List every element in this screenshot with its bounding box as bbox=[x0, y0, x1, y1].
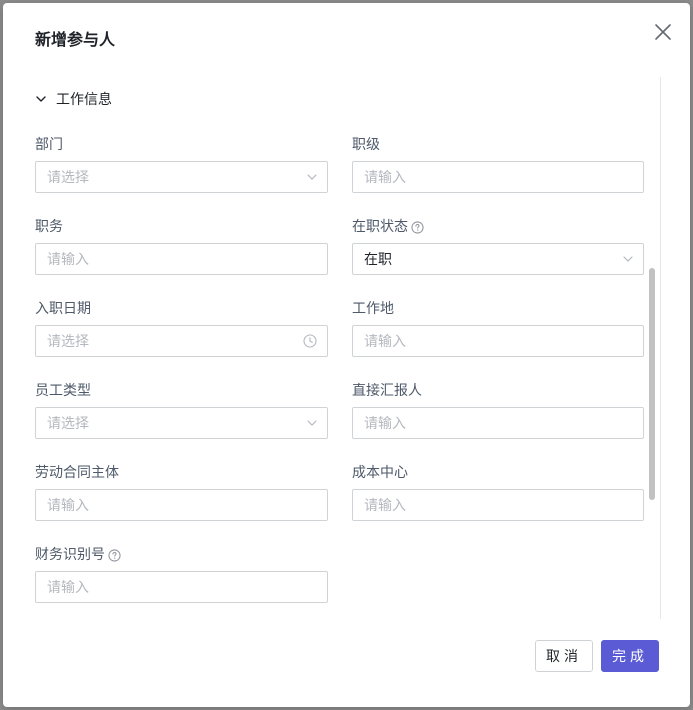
input-placeholder: 请输入 bbox=[364, 416, 406, 432]
field-direct-manager: 直接汇报人 请输入 bbox=[352, 381, 644, 439]
field-label: 在职状态 bbox=[352, 217, 644, 237]
field-label: 员工类型 bbox=[35, 383, 91, 399]
chevron-down-icon bbox=[307, 174, 317, 180]
field-label: 成本中心 bbox=[352, 465, 408, 481]
field-label: 工作地 bbox=[352, 301, 394, 317]
cost-center-input[interactable]: 请输入 bbox=[352, 489, 644, 521]
finance-id-input[interactable]: 请输入 bbox=[35, 571, 328, 603]
select-placeholder: 请选择 bbox=[47, 416, 89, 432]
help-circle-icon[interactable] bbox=[411, 220, 424, 234]
field-employee-type: 员工类型 请选择 bbox=[35, 381, 328, 439]
help-circle-icon[interactable] bbox=[108, 548, 121, 562]
contract-entity-input[interactable]: 请输入 bbox=[35, 489, 328, 521]
field-work-location: 工作地 请输入 bbox=[352, 299, 644, 357]
dialog-title: 新增参与人 bbox=[35, 30, 116, 49]
field-position: 职务 请输入 bbox=[35, 217, 328, 275]
clock-icon bbox=[303, 334, 317, 348]
add-participant-dialog: 新增参与人 工作信息 部门 请选择 职级 请输入 职务 请输入 在职状态 在职 … bbox=[3, 3, 690, 707]
field-label-text: 在职状态 bbox=[352, 219, 408, 235]
field-rank: 职级 请输入 bbox=[352, 135, 644, 193]
work-location-input[interactable]: 请输入 bbox=[352, 325, 644, 357]
select-placeholder: 请选择 bbox=[47, 170, 89, 186]
close-icon[interactable] bbox=[651, 20, 675, 44]
field-finance-id: 财务识别号 请输入 bbox=[35, 545, 328, 603]
field-label: 部门 bbox=[35, 137, 63, 153]
field-label: 入职日期 bbox=[35, 301, 91, 317]
scrollbar-thumb[interactable] bbox=[649, 268, 655, 500]
section-title: 工作信息 bbox=[56, 92, 112, 108]
section-toggle-work-info[interactable]: 工作信息 bbox=[34, 88, 112, 110]
input-placeholder: 请输入 bbox=[47, 580, 89, 596]
field-cost-center: 成本中心 请输入 bbox=[352, 463, 644, 521]
field-label-text: 财务识别号 bbox=[35, 547, 105, 563]
field-hire-date: 入职日期 请选择 bbox=[35, 299, 328, 357]
picker-placeholder: 请选择 bbox=[47, 334, 89, 350]
field-label: 职级 bbox=[352, 137, 380, 153]
done-button[interactable]: 完成 bbox=[601, 640, 659, 672]
input-placeholder: 请输入 bbox=[364, 498, 406, 514]
direct-manager-input[interactable]: 请输入 bbox=[352, 407, 644, 439]
input-placeholder: 请输入 bbox=[47, 252, 89, 268]
chevron-down-icon bbox=[307, 420, 317, 426]
select-value: 在职 bbox=[364, 252, 392, 268]
chevron-down-icon bbox=[623, 256, 633, 262]
employee-type-select[interactable]: 请选择 bbox=[35, 407, 328, 439]
field-label: 财务识别号 bbox=[35, 545, 328, 565]
form-scroll-area[interactable]: 工作信息 部门 请选择 职级 请输入 职务 请输入 在职状态 在职 入职日期 请… bbox=[3, 77, 661, 619]
rank-input[interactable]: 请输入 bbox=[352, 161, 644, 193]
position-input[interactable]: 请输入 bbox=[35, 243, 328, 275]
department-select[interactable]: 请选择 bbox=[35, 161, 328, 193]
input-placeholder: 请输入 bbox=[364, 334, 406, 350]
hire-date-picker[interactable]: 请选择 bbox=[35, 325, 328, 357]
field-department: 部门 请选择 bbox=[35, 135, 328, 193]
chevron-down-icon bbox=[36, 96, 46, 102]
input-placeholder: 请输入 bbox=[47, 498, 89, 514]
field-label: 劳动合同主体 bbox=[35, 465, 119, 481]
cancel-button[interactable]: 取消 bbox=[535, 640, 593, 672]
field-label: 职务 bbox=[35, 219, 63, 235]
employment-status-select[interactable]: 在职 bbox=[352, 243, 644, 275]
field-label: 直接汇报人 bbox=[352, 383, 422, 399]
field-employment-status: 在职状态 在职 bbox=[352, 217, 644, 275]
input-placeholder: 请输入 bbox=[364, 170, 406, 186]
field-contract-entity: 劳动合同主体 请输入 bbox=[35, 463, 328, 521]
